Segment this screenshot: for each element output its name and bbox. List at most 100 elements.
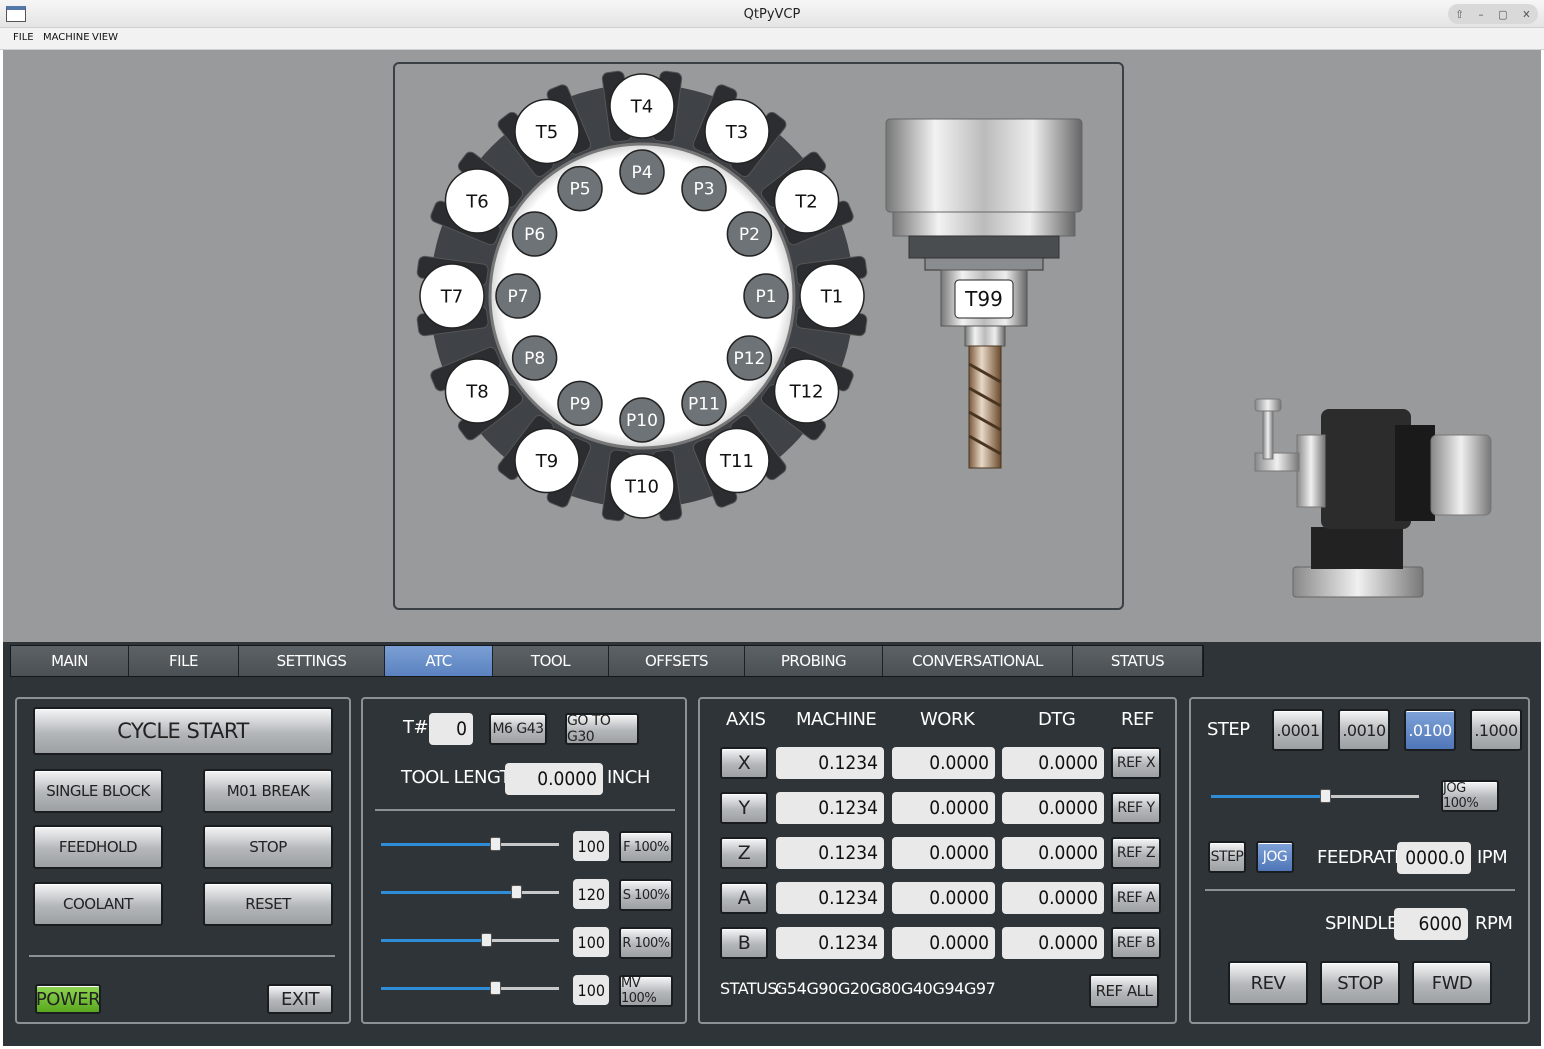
tab-tool[interactable]: TOOL (493, 646, 609, 676)
ref-z-button[interactable]: REF Z (1111, 837, 1161, 869)
work-position-field: 0.0000 (892, 747, 995, 779)
feedrate-unit: IPM (1477, 847, 1508, 868)
override-reset-button[interactable]: F 100% (619, 831, 673, 863)
jog-mode-button[interactable]: JOG (1256, 841, 1294, 873)
tool-5-label: T5 (535, 122, 558, 143)
goto-g30-button[interactable]: GO TO G30 (565, 713, 639, 745)
feedrate-field[interactable]: 0000.0 (1397, 842, 1471, 874)
menubar: FILE MACHINE VIEW (0, 28, 1544, 50)
ref-y-button[interactable]: REF Y (1111, 792, 1161, 824)
tool-6-label: T6 (465, 191, 488, 212)
override-slider[interactable] (381, 981, 559, 995)
tool-2-label: T2 (794, 191, 817, 212)
override-slider[interactable] (381, 837, 559, 851)
axis-b-button[interactable]: B (720, 927, 768, 959)
spindle-stop-button[interactable]: STOP (1320, 961, 1400, 1005)
step-size-button[interactable]: .0100 (1404, 709, 1456, 751)
machine-position-field: 0.1234 (776, 792, 884, 824)
tab-conversational[interactable]: CONVERSATIONAL (883, 646, 1073, 676)
jog-rate-button[interactable]: JOG 100% (1441, 780, 1499, 812)
gcode-indicator: G54 (775, 979, 807, 998)
m01-break-button[interactable]: M01 BREAK (203, 769, 333, 813)
slider-handle[interactable] (511, 885, 522, 899)
gcode-indicator: G40 (901, 979, 933, 998)
ref-all-button[interactable]: REF ALL (1089, 974, 1159, 1008)
axis-z-button[interactable]: Z (720, 837, 768, 869)
cycle-start-button[interactable]: CYCLE START (33, 707, 333, 755)
spindle-speed-field[interactable]: 6000 (1394, 908, 1468, 940)
ref-a-button[interactable]: REF A (1111, 882, 1161, 914)
tab-offsets[interactable]: OFFSETS (609, 646, 745, 676)
spindle-fwd-button[interactable]: FWD (1412, 961, 1492, 1005)
tool-setter-graphic (1254, 398, 1492, 598)
window-close-icon[interactable]: ✕ (1522, 8, 1530, 21)
window-up-icon[interactable]: ⇧ (1455, 8, 1463, 21)
axis-a-button[interactable]: A (720, 882, 768, 914)
power-button[interactable]: POWER (35, 984, 101, 1014)
tab-probing[interactable]: PROBING (745, 646, 883, 676)
menu-machine[interactable]: MACHINE (43, 32, 90, 43)
feedhold-button[interactable]: FEEDHOLD (33, 825, 163, 869)
tab-main[interactable]: MAIN (11, 646, 129, 676)
override-value[interactable]: 100 (573, 831, 609, 861)
tool-1-label: T1 (820, 286, 843, 307)
window-minimize-icon[interactable]: – (1478, 8, 1483, 21)
dtg-field: 0.0000 (1002, 837, 1104, 869)
status-label: STATUS: (720, 979, 782, 998)
tab-status[interactable]: STATUS (1073, 646, 1203, 676)
slider-handle[interactable] (490, 837, 501, 851)
machine-controls-panel: CYCLE START SINGLE BLOCK M01 BREAK FEEDH… (15, 697, 351, 1024)
step-mode-button[interactable]: STEP (1208, 841, 1246, 873)
slider-handle[interactable] (481, 933, 492, 947)
step-size-button[interactable]: .1000 (1470, 709, 1522, 751)
ref-x-button[interactable]: REF X (1111, 747, 1161, 779)
override-slider[interactable] (381, 885, 559, 899)
window-controls: ⇧ – ▢ ✕ (1448, 4, 1538, 24)
dtg-field: 0.0000 (1002, 927, 1104, 959)
tool-length-field[interactable]: 0.0000 (505, 763, 603, 795)
override-reset-button[interactable]: R 100% (619, 927, 673, 959)
override-reset-button[interactable]: S 100% (619, 879, 673, 911)
tab-file[interactable]: FILE (129, 646, 239, 676)
window-title: QtPyVCP (743, 7, 801, 22)
divider (29, 955, 335, 957)
single-block-button[interactable]: SINGLE BLOCK (33, 769, 163, 813)
menu-file[interactable]: FILE (13, 32, 34, 43)
tab-atc[interactable]: ATC (385, 646, 493, 676)
spindle-rev-button[interactable]: REV (1228, 961, 1308, 1005)
override-value[interactable]: 120 (573, 879, 609, 909)
override-value[interactable]: 100 (573, 927, 609, 957)
atc-carousel-graphic: T1 T2 T3 T4 T5 T6 T7 T8 T9 T10 T11 T12 P1 P2 P3 P4 P5 P6 P… (416, 70, 1083, 522)
override-reset-button[interactable]: MV 100% (619, 975, 673, 1007)
override-value[interactable]: 100 (573, 975, 609, 1005)
slider-handle[interactable] (1320, 789, 1331, 803)
machine-position-field: 0.1234 (776, 837, 884, 869)
feedrate-label: FEEDRATE (1317, 847, 1406, 868)
slider-handle[interactable] (490, 981, 501, 995)
window-maximize-icon[interactable]: ▢ (1498, 8, 1507, 21)
ref-b-button[interactable]: REF B (1111, 927, 1161, 959)
tool-number-field[interactable]: 0 (429, 713, 473, 745)
axis-x-button[interactable]: X (720, 747, 768, 779)
step-size-button[interactable]: .0001 (1272, 709, 1324, 751)
coolant-button[interactable]: COOLANT (33, 882, 163, 926)
menu-view[interactable]: VIEW (92, 32, 118, 43)
gcode-indicator: G80 (869, 979, 902, 998)
exit-button[interactable]: EXIT (267, 984, 333, 1014)
tool-length-unit: INCH (607, 767, 650, 788)
spindle-unit: RPM (1475, 913, 1513, 934)
axis-y-button[interactable]: Y (720, 792, 768, 824)
pocket-5-label: P5 (569, 180, 590, 200)
jog-rate-slider[interactable] (1211, 789, 1419, 803)
step-size-button[interactable]: .0010 (1338, 709, 1390, 751)
dro-header-work: WORK (920, 709, 975, 730)
tool-8-label: T8 (465, 381, 488, 402)
m6-g43-button[interactable]: M6 G43 (489, 713, 547, 745)
tab-settings[interactable]: SETTINGS (239, 646, 385, 676)
stop-button[interactable]: STOP (203, 825, 333, 869)
divider (1205, 889, 1515, 891)
override-slider[interactable] (381, 933, 559, 947)
gcode-indicator: G94 (932, 979, 965, 998)
work-position-field: 0.0000 (892, 837, 995, 869)
reset-button[interactable]: RESET (203, 882, 333, 926)
